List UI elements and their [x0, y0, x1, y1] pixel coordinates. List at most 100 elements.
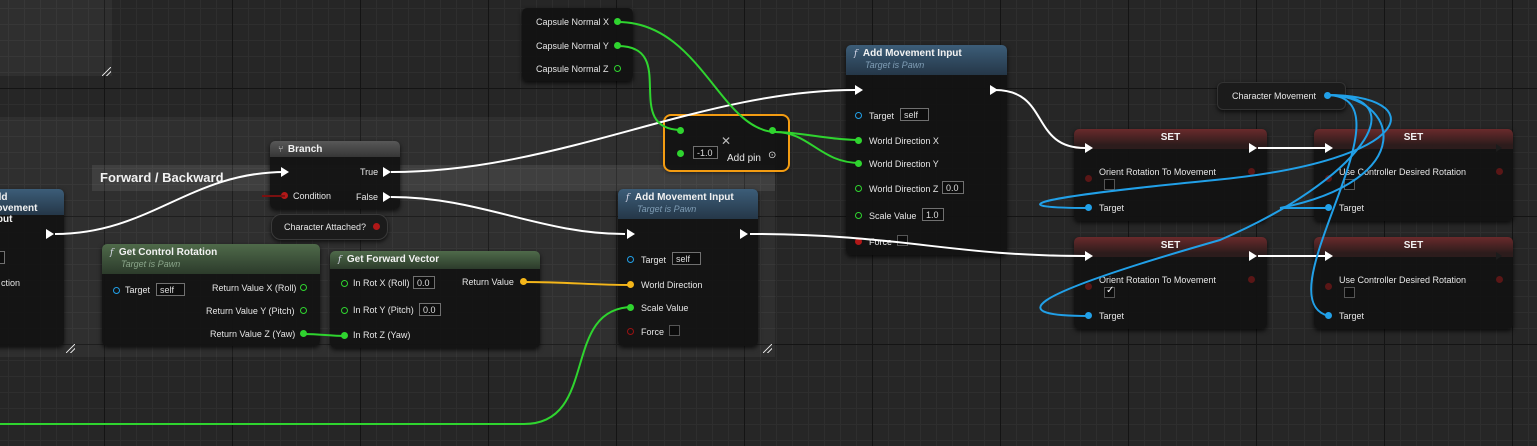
exec-out-pin[interactable] [1496, 251, 1504, 261]
force-pin[interactable] [627, 328, 634, 335]
bool-in-pin[interactable] [1085, 175, 1092, 182]
bool-in-pin[interactable] [1085, 283, 1092, 290]
node-capsule-normal[interactable]: Capsule Normal X Capsule Normal Y Capsul… [522, 8, 633, 81]
scale-value-value[interactable]: 1.0 [922, 208, 944, 221]
exec-in-pin[interactable] [1085, 251, 1093, 261]
object-out-pin[interactable] [1324, 92, 1331, 99]
exec-in-pin[interactable] [1325, 251, 1333, 261]
in-rot-x-value[interactable]: 0.0 [413, 276, 435, 289]
world-direction-z-value[interactable]: 0.0 [942, 181, 964, 194]
property-checkbox[interactable] [1344, 179, 1355, 190]
target-pin[interactable] [1085, 312, 1092, 319]
target-pin[interactable] [1325, 312, 1332, 319]
bool-out-pin[interactable] [1496, 168, 1503, 175]
target-value[interactable]: self [900, 108, 929, 121]
exec-out-pin[interactable] [1249, 143, 1257, 153]
resize-corner-icon[interactable] [763, 344, 772, 353]
node-get-control-rotation[interactable]: f Get Control Rotation Target is Pawn Ta… [102, 244, 320, 346]
exec-in-pin[interactable] [627, 229, 635, 239]
false-exec-pin[interactable] [383, 192, 391, 202]
node-header[interactable]: f Get Control Rotation Target is Pawn [102, 244, 320, 274]
scale-value-pin[interactable] [627, 304, 634, 311]
exec-in-pin[interactable] [281, 167, 289, 177]
target-pin[interactable] [627, 256, 634, 263]
close-icon[interactable]: ✕ [721, 134, 731, 148]
in-rot-y-pin[interactable] [341, 307, 348, 314]
force-checkbox[interactable] [897, 235, 908, 246]
node-set-orient-rotation-2[interactable]: SET Orient Rotation To Movement Target [1074, 237, 1267, 329]
force-checkbox[interactable] [669, 325, 680, 336]
resize-corner-icon[interactable] [102, 67, 111, 76]
bool-out-pin[interactable] [1248, 276, 1255, 283]
capsule-y-pin[interactable] [614, 42, 621, 49]
node-header[interactable]: ⑂ Branch [270, 141, 400, 157]
exec-in-pin[interactable] [1085, 143, 1093, 153]
node-header[interactable]: SET [1314, 237, 1513, 257]
node-character-attached[interactable]: Character Attached? [271, 214, 388, 240]
world-direction-pin[interactable] [627, 281, 634, 288]
input-b-value[interactable]: -1.0 [693, 146, 718, 159]
scale-value-pin[interactable] [855, 212, 862, 219]
bool-out-pin[interactable] [1496, 276, 1503, 283]
in-rot-x-pin[interactable] [341, 280, 348, 287]
capsule-z-pin[interactable] [614, 65, 621, 72]
bool-out-pin[interactable] [373, 223, 380, 230]
target-value-partial[interactable] [0, 251, 5, 264]
return-value-pin[interactable] [520, 278, 527, 285]
node-set-orient-rotation-1[interactable]: SET Orient Rotation To Movement Target [1074, 129, 1267, 221]
world-direction-y-pin[interactable] [855, 160, 862, 167]
capsule-x-pin[interactable] [614, 18, 621, 25]
target-pin[interactable] [1325, 204, 1332, 211]
node-header[interactable]: f Add Movement Input Target is Pawn [618, 189, 758, 219]
node-multiply-selected[interactable]: ✕ -1.0 Add pin ⊙ [663, 114, 790, 172]
true-exec-pin[interactable] [383, 167, 391, 177]
node-set-use-controller-2[interactable]: SET Use Controller Desired Rotation Targ… [1314, 237, 1513, 329]
node-header[interactable]: f Get Forward Vector [330, 251, 540, 269]
property-checkbox[interactable] [1104, 179, 1115, 190]
exec-out-pin[interactable] [1249, 251, 1257, 261]
node-header[interactable]: Add Movement Input [0, 189, 64, 225]
force-pin[interactable] [855, 238, 862, 245]
exec-out-pin[interactable] [990, 85, 998, 95]
node-get-forward-vector[interactable]: f Get Forward Vector In Rot X (Roll) 0.0… [330, 251, 540, 348]
return-z-pin[interactable] [300, 330, 307, 337]
world-direction-z-pin[interactable] [855, 185, 862, 192]
target-value[interactable]: self [156, 283, 185, 296]
node-add-movement-input-top[interactable]: f Add Movement Input Target is Pawn Targ… [846, 45, 1007, 255]
node-branch[interactable]: ⑂ Branch True Condition False [270, 141, 400, 209]
return-x-pin[interactable] [300, 284, 307, 291]
comment-box-top[interactable] [0, 0, 112, 76]
bool-in-pin[interactable] [1325, 175, 1332, 182]
exec-out-pin[interactable] [46, 229, 54, 239]
node-header[interactable]: f Add Movement Input Target is Pawn [846, 45, 1007, 75]
target-pin[interactable] [855, 112, 862, 119]
return-y-pin[interactable] [300, 307, 307, 314]
exec-in-pin[interactable] [1325, 143, 1333, 153]
add-pin-icon[interactable]: ⊙ [768, 150, 776, 161]
target-value[interactable]: self [672, 252, 701, 265]
property-checkbox-checked[interactable] [1104, 285, 1115, 298]
bool-out-pin[interactable] [1248, 168, 1255, 175]
node-character-movement[interactable]: Character Movement [1217, 82, 1346, 110]
target-pin[interactable] [1085, 204, 1092, 211]
node-set-use-controller-1[interactable]: SET Use Controller Desired Rotation Targ… [1314, 129, 1513, 221]
resize-corner-icon[interactable] [66, 344, 75, 353]
exec-out-pin[interactable] [1496, 143, 1504, 153]
bool-in-pin[interactable] [1325, 283, 1332, 290]
target-pin[interactable] [113, 287, 120, 294]
in-rot-y-value[interactable]: 0.0 [419, 303, 441, 316]
property-checkbox[interactable] [1344, 287, 1355, 298]
world-direction-x-pin[interactable] [855, 137, 862, 144]
in-rot-z-pin[interactable] [341, 332, 348, 339]
exec-in-pin[interactable] [855, 85, 863, 95]
node-header[interactable]: SET [1074, 237, 1267, 257]
condition-pin[interactable] [281, 192, 288, 199]
output-pin[interactable] [769, 127, 776, 134]
add-pin-label[interactable]: Add pin [727, 153, 761, 164]
input-a-pin[interactable] [677, 127, 684, 134]
node-add-movement-input-mid[interactable]: f Add Movement Input Target is Pawn Targ… [618, 189, 758, 346]
input-b-pin[interactable] [677, 150, 684, 157]
node-header[interactable]: SET [1074, 129, 1267, 149]
node-add-movement-input-left[interactable]: Add Movement Input ction [0, 189, 64, 346]
exec-out-pin[interactable] [740, 229, 748, 239]
